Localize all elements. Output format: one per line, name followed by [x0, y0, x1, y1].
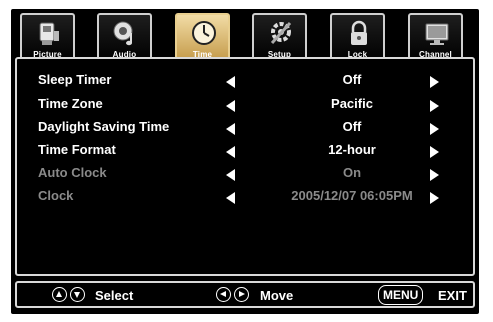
tab-audio[interactable]: Audio — [97, 13, 152, 63]
right-arrow-icon — [430, 169, 439, 181]
setting-value: Pacific — [331, 96, 373, 111]
setting-label: Time Zone — [38, 96, 103, 111]
channel-icon — [425, 23, 449, 45]
picture-icon — [39, 22, 59, 45]
left-arrow-icon[interactable] — [226, 76, 235, 88]
setting-row-daylight-saving-time[interactable]: Daylight Saving Time Off — [17, 116, 473, 138]
right-arrow-icon[interactable] — [430, 146, 439, 158]
setting-row-time-format[interactable]: Time Format 12-hour — [17, 139, 473, 161]
setting-value: Off — [342, 119, 362, 134]
audio-icon — [113, 21, 133, 46]
left-button-icon — [216, 287, 231, 302]
setting-row-auto-clock: Auto Clock On — [17, 162, 473, 184]
setting-label: Clock — [38, 188, 74, 203]
right-arrow-icon[interactable] — [430, 76, 439, 88]
left-arrow-icon — [226, 169, 235, 181]
setting-label: Auto Clock — [38, 165, 107, 180]
right-arrow-icon[interactable] — [430, 123, 439, 135]
up-button-icon — [52, 287, 67, 302]
select-hint: Select — [95, 288, 134, 303]
menu-key-icon: MENU — [378, 285, 424, 305]
setting-label: Sleep Timer — [38, 72, 112, 87]
setting-value: Off — [342, 72, 362, 87]
setting-value: 12-hour — [328, 142, 376, 157]
down-button-icon — [70, 287, 85, 302]
lock-icon — [351, 20, 367, 45]
right-arrow-icon — [430, 192, 439, 204]
setting-label: Daylight Saving Time — [38, 119, 170, 134]
tab-picture[interactable]: Picture — [20, 13, 75, 63]
setting-value: On — [342, 165, 362, 180]
left-arrow-icon[interactable] — [226, 100, 235, 112]
tab-setup[interactable]: Setup — [252, 13, 307, 63]
time-settings-panel: Sleep Timer Off Time Zone Pacific Daylig… — [15, 57, 475, 276]
tab-lock[interactable]: Lock — [330, 13, 385, 63]
left-arrow-icon[interactable] — [226, 146, 235, 158]
setting-row-sleep-timer[interactable]: Sleep Timer Off — [17, 69, 473, 91]
help-bar: Select Move MENU EXIT — [15, 281, 475, 308]
right-arrow-icon[interactable] — [430, 100, 439, 112]
setup-icon — [270, 21, 292, 45]
setting-row-clock: Clock 2005/12/07 06:05PM — [17, 185, 473, 207]
setting-row-time-zone[interactable]: Time Zone Pacific — [17, 93, 473, 115]
move-hint: Move — [260, 288, 294, 303]
setting-value: 2005/12/07 06:05PM — [291, 188, 413, 203]
setting-label: Time Format — [38, 142, 116, 157]
tab-time[interactable]: Time — [175, 13, 230, 63]
osd-menu: Picture Audio Time Setup Lock Channel Sl… — [11, 9, 479, 314]
left-arrow-icon — [226, 192, 235, 204]
right-button-icon — [234, 287, 249, 302]
left-arrow-icon[interactable] — [226, 123, 235, 135]
tab-channel[interactable]: Channel — [408, 13, 463, 63]
exit-hint: EXIT — [438, 288, 467, 303]
clock-icon — [192, 21, 216, 45]
